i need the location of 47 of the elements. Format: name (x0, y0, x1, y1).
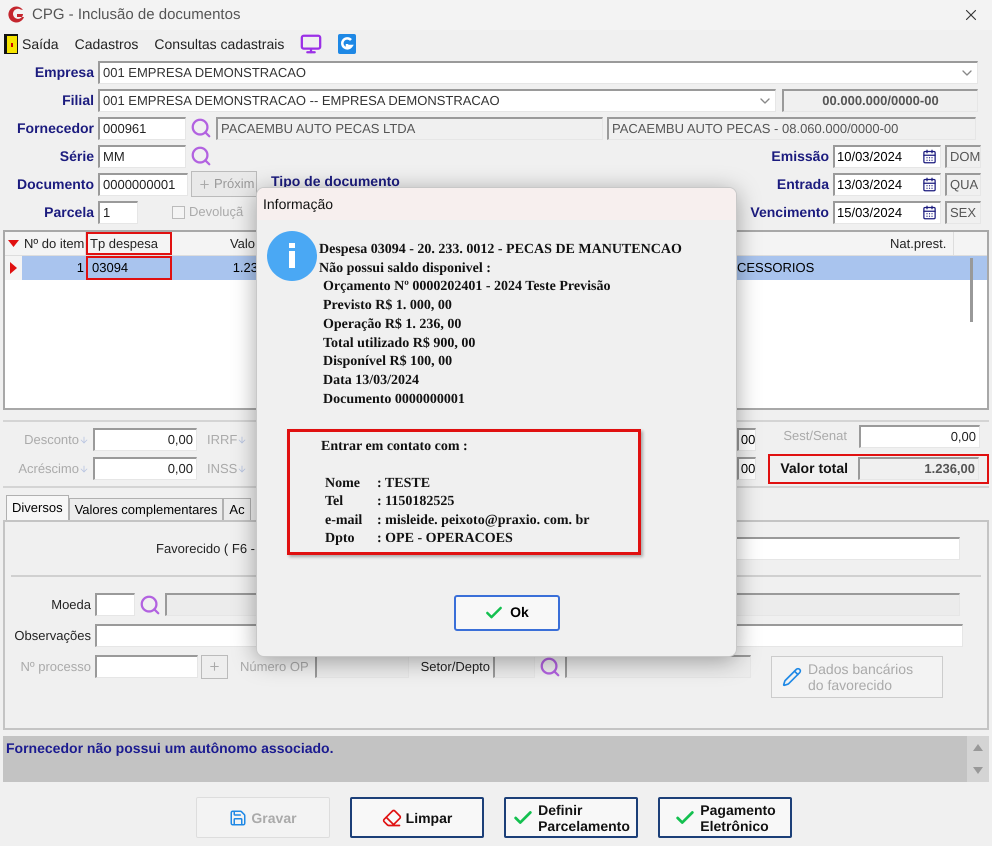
message-line: Data 13/03/2024 (322, 372, 420, 390)
contact-value: : TESTE (377, 474, 430, 493)
field-label: Vencimento (750, 202, 830, 222)
message-line: Despesa 03094 - 20. 233. 0012 - PECAS DE MANUTENCAO (319, 241, 682, 259)
field-label: Emissão (771, 146, 830, 166)
field-label: IRRF (207, 430, 238, 449)
message-line: Operação R$ 1. 236, 00 (322, 316, 462, 334)
message-line: Previsto R$ 1. 000, 00 (322, 297, 453, 316)
field-label: Setor/Depto (420, 658, 490, 676)
field-label: Entrada (776, 174, 830, 194)
field-label: Favorecido ( F6 - (155, 540, 255, 558)
field-label: Desconto (23, 430, 79, 449)
field-label: Série (58, 146, 95, 166)
contact-heading: Entrar em contato com : (321, 438, 469, 456)
field-label: Nº processo (20, 658, 92, 676)
table-cell-text: CESSORIOS (737, 259, 816, 278)
field-label: Filial (61, 90, 95, 110)
message-line: Orçamento Nº 0000202401 - 2024 Teste Previsão (322, 278, 612, 296)
field-label: Fornecedor (16, 118, 95, 138)
field-label: Número OP (240, 658, 309, 676)
contact-value: : OPE - OPERACOES (377, 530, 513, 548)
contact-label: Tel (325, 493, 344, 512)
table-cell: 03094 (86, 256, 172, 280)
return-label: Devoluçã (189, 203, 244, 222)
field-label: Moeda (50, 596, 92, 614)
message-line: Documento 0000000001 (322, 390, 466, 409)
table-cell-text: 1 (76, 259, 85, 278)
contact-label: Nome (325, 474, 361, 493)
field-label: Parcela (43, 202, 96, 222)
status-message: Fornecedor não possui um autônomo associado. (5, 739, 334, 758)
contact-label: e-mail (325, 512, 364, 530)
message-line: Disponível R$ 100, 00 (322, 353, 454, 372)
field-label: Valor total (780, 459, 848, 478)
field-label: Empresa (34, 62, 96, 82)
field-label: Documento (16, 174, 95, 194)
contact-value: : misleide. peixoto@praxio. com. br (377, 512, 590, 530)
dialog-title: Informação (263, 194, 334, 214)
message-line: Total utilizado R$ 900, 00 (322, 334, 476, 353)
field-label: INSS (207, 460, 238, 478)
field-label: Acréscimo (17, 460, 79, 478)
contact-value: : 1150182525 (377, 493, 454, 512)
message-line: Não possui saldo disponivel : (319, 260, 492, 278)
window-title: CPG - Inclusão de documentos (32, 4, 240, 25)
field-label: Sest/Senat (783, 427, 847, 446)
field-label: Observações (13, 626, 92, 645)
contact-label: Dpto (325, 530, 356, 548)
document-type-label: Tipo de documento (271, 172, 400, 190)
